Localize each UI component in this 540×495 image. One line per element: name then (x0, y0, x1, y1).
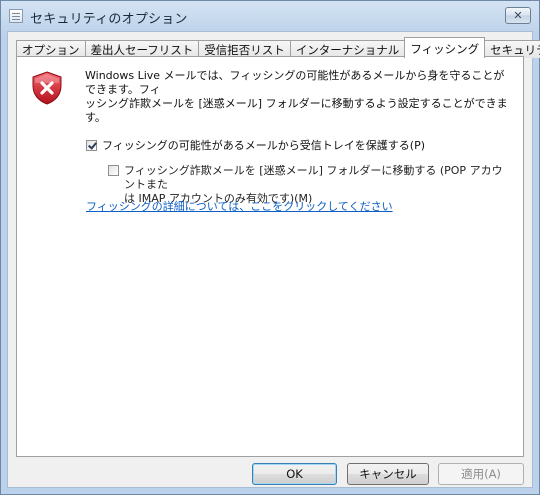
window-title: セキュリティのオプション (30, 12, 188, 27)
title-bar[interactable]: セキュリティのオプション ✕ (1, 1, 539, 33)
close-button[interactable]: ✕ (505, 7, 531, 24)
description-line-2: ッシング詐欺メールを [迷惑メール] フォルダーに移動するよう設定することができ… (85, 97, 508, 124)
dialog-client-area: オプション 差出人セーフリスト 受信拒否リスト インターナショナル フィッシング… (7, 31, 540, 488)
tab-strip: オプション 差出人セーフリスト 受信拒否リスト インターナショナル フィッシング… (16, 37, 540, 58)
phishing-details-link[interactable]: フィッシングの詳細については、ここをクリックしてください (86, 198, 393, 214)
window-app-icon (9, 9, 23, 23)
protect-inbox-checkbox[interactable] (86, 140, 97, 151)
move-to-junk-checkbox[interactable] (108, 165, 119, 176)
security-options-window: セキュリティのオプション ✕ オプション 差出人セーフリスト 受信拒否リスト イ… (0, 0, 540, 495)
move-label-line-1: フィッシング詐欺メールを [迷惑メール] フォルダーに移動する (POP アカウ… (124, 164, 503, 191)
protect-inbox-option[interactable]: フィッシングの可能性があるメールから受信トレイを保護する(P) (86, 139, 506, 155)
tab-phishing[interactable]: フィッシング (404, 37, 486, 58)
cancel-button[interactable]: キャンセル (347, 463, 429, 485)
apply-button[interactable]: 適用(A) (438, 463, 524, 485)
phishing-description: Windows Live メールでは、フィッシングの可能性があるメールから身を守… (85, 69, 515, 125)
move-to-junk-option[interactable]: フィッシング詐欺メールを [迷惑メール] フォルダーに移動する (POP アカウ… (108, 164, 513, 205)
security-shield-x-icon (32, 71, 62, 105)
phishing-panel: Windows Live メールでは、フィッシングの可能性があるメールから身を守… (16, 56, 524, 457)
protect-inbox-label[interactable]: フィッシングの可能性があるメールから受信トレイを保護する(P) (102, 139, 425, 153)
description-line-1: Windows Live メールでは、フィッシングの可能性があるメールから身を守… (85, 69, 505, 96)
ok-button[interactable]: OK (252, 463, 337, 485)
